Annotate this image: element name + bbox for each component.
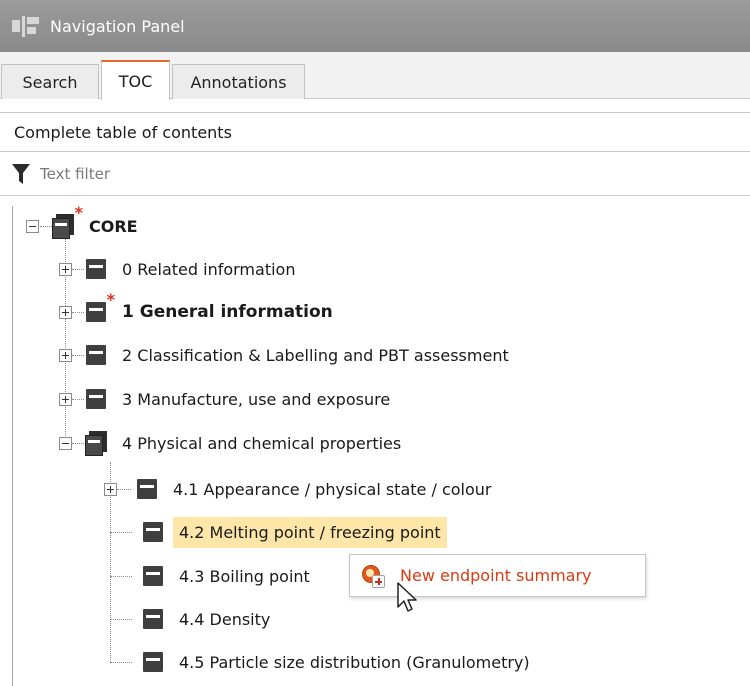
- tab-annotations[interactable]: Annotations: [172, 64, 305, 99]
- tree-node-label: 3 Manufacture, use and exposure: [122, 389, 391, 409]
- tree-node-related-information[interactable]: 0 Related information: [59, 247, 295, 291]
- tree-node-general-information[interactable]: * 1 General information: [59, 290, 333, 334]
- mouse-cursor-icon: [397, 582, 417, 612]
- tree-node-label: 2 Classification & Labelling and PBT ass…: [122, 345, 509, 365]
- navigation-panel-icon: [12, 13, 42, 39]
- modified-star-icon: *: [106, 290, 115, 309]
- tree-connector: [110, 532, 132, 533]
- tree-node-4-5-particle-size[interactable]: 4.5 Particle size distribution (Granulom…: [133, 640, 530, 684]
- endpoint-icon: [143, 565, 165, 587]
- tree-node-core[interactable]: * CORE: [26, 204, 138, 248]
- tab-toc[interactable]: TOC: [101, 60, 170, 100]
- expand-icon[interactable]: [59, 392, 72, 406]
- tree-node-label: 4.4 Density: [179, 609, 271, 629]
- toc-header-label: Complete table of contents: [14, 122, 232, 142]
- tree-node-label: 1 General information: [122, 302, 333, 322]
- tree-connector: [110, 662, 132, 663]
- expand-icon[interactable]: [59, 305, 72, 319]
- dossier-icon: *: [51, 205, 83, 239]
- tree-node-label: 4 Physical and chemical properties: [122, 433, 402, 453]
- tree-node-4-1-appearance[interactable]: 4.1 Appearance / physical state / colour: [104, 467, 491, 511]
- tab-search[interactable]: Search: [1, 64, 99, 99]
- section-icon: [86, 258, 108, 280]
- context-menu: New endpoint summary: [349, 554, 646, 597]
- tree-node-label: CORE: [89, 216, 138, 236]
- endpoint-icon: [137, 478, 159, 500]
- expand-icon[interactable]: [59, 348, 72, 362]
- section-open-icon: [84, 430, 110, 456]
- section-icon: [86, 388, 108, 410]
- tree-connector: [110, 576, 132, 577]
- tab-strip: Search TOC Annotations: [0, 52, 750, 100]
- panel-left-border: [12, 206, 13, 686]
- tree-node-label: 4.3 Boiling point: [179, 566, 310, 586]
- navigation-panel-titlebar: Navigation Panel: [0, 0, 750, 52]
- tree-node-label: 0 Related information: [122, 259, 296, 279]
- filter-icon[interactable]: [12, 163, 30, 185]
- tree-node-4-2-melting-point[interactable]: 4.2 Melting point / freezing point: [133, 510, 447, 554]
- menu-item-new-endpoint-summary[interactable]: New endpoint summary: [400, 566, 592, 585]
- tree-node-label-selected: 4.2 Melting point / freezing point: [173, 516, 447, 548]
- collapse-icon[interactable]: [59, 436, 72, 450]
- endpoint-icon: [143, 521, 165, 543]
- section-icon: [86, 344, 108, 366]
- panel-title: Navigation Panel: [50, 16, 185, 36]
- modified-star-icon: *: [74, 203, 83, 222]
- text-filter-input[interactable]: [38, 164, 642, 184]
- tree-node-4-3-boiling-point[interactable]: 4.3 Boiling point: [133, 554, 310, 598]
- tree-connector: [110, 619, 132, 620]
- section-icon: *: [86, 292, 115, 323]
- tree-node-4-4-density[interactable]: 4.4 Density: [133, 597, 270, 641]
- new-endpoint-summary-icon: [362, 564, 385, 588]
- endpoint-icon: [143, 608, 165, 630]
- toc-header: Complete table of contents: [0, 112, 750, 152]
- expand-icon[interactable]: [59, 262, 72, 276]
- tree-node-classification-labelling[interactable]: 2 Classification & Labelling and PBT ass…: [59, 333, 509, 377]
- collapse-icon[interactable]: [26, 219, 39, 233]
- tree-node-manufacture-use-exposure[interactable]: 3 Manufacture, use and exposure: [59, 377, 390, 421]
- tree-node-label: 4.1 Appearance / physical state / colour: [173, 479, 492, 499]
- tree-node-physical-chemical-properties[interactable]: 4 Physical and chemical properties: [59, 421, 401, 465]
- expand-icon[interactable]: [104, 482, 117, 496]
- tree-node-label: 4.5 Particle size distribution (Granulom…: [179, 652, 530, 672]
- endpoint-icon: [143, 651, 165, 673]
- text-filter-bar: [0, 153, 750, 196]
